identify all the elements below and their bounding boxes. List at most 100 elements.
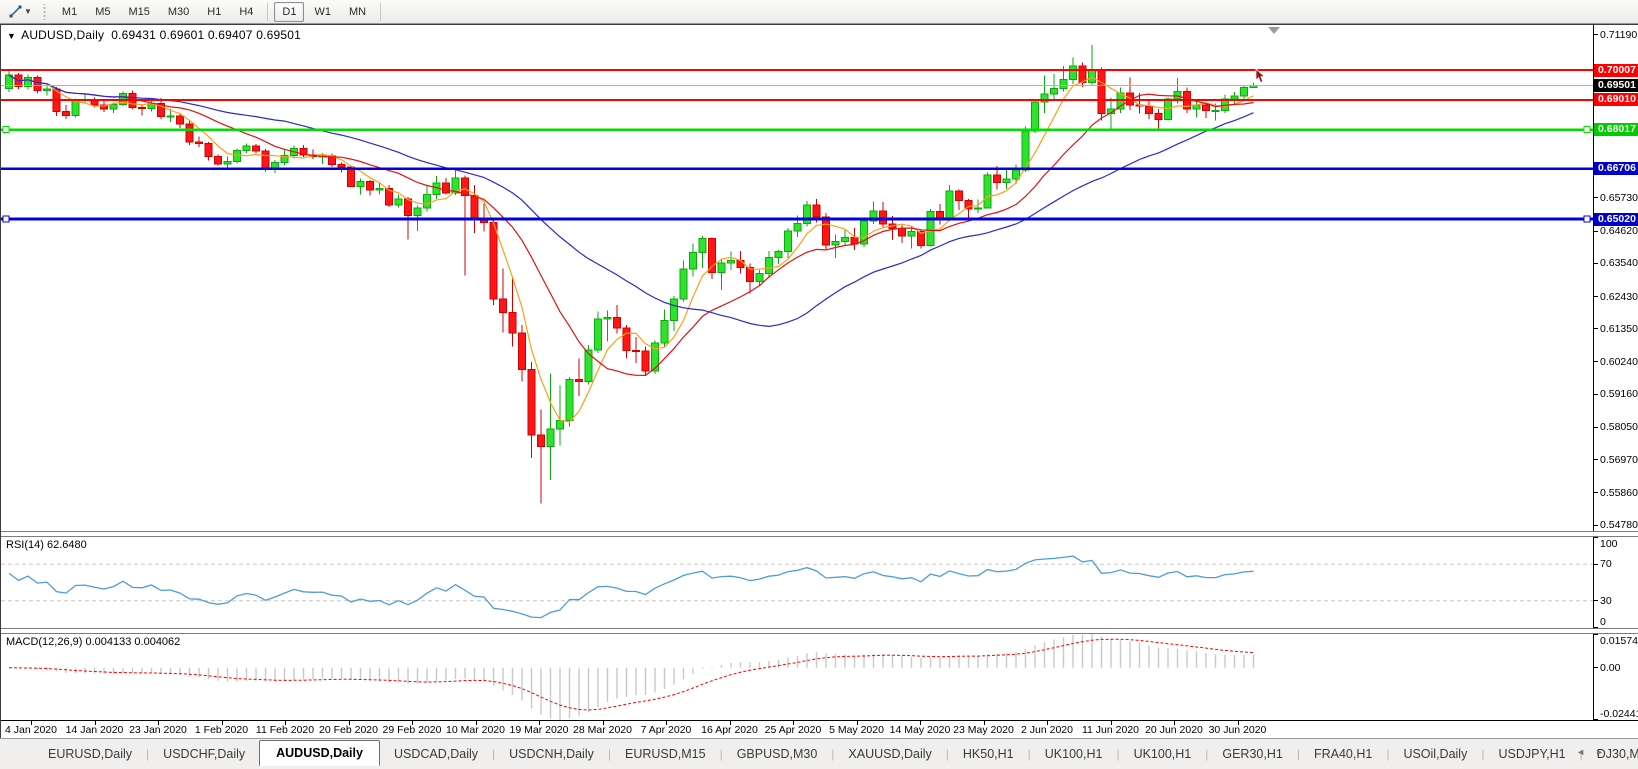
- chart-tab-audusd-daily[interactable]: AUDUSD,Daily: [259, 740, 380, 766]
- date-tick-label: 14 Jan 2020: [65, 724, 124, 736]
- timeframe-button-m5[interactable]: M5: [87, 2, 118, 22]
- timeframe-button-h1[interactable]: H1: [199, 2, 229, 22]
- chart-tab-uk100-h1[interactable]: UK100,H1: [1031, 742, 1117, 766]
- rsi-tick-label: 0: [1600, 616, 1606, 628]
- line-handle: [1583, 126, 1591, 134]
- chart-tab-usdcnh-daily[interactable]: USDCNH,Daily: [495, 742, 608, 766]
- timeframe-button-w1[interactable]: W1: [306, 2, 339, 22]
- date-tick-label: 23 Jan 2020: [129, 724, 187, 736]
- chart-tab-eurusd-m15[interactable]: EURUSD,M15: [611, 742, 720, 766]
- chart-tab-fra40-h1[interactable]: FRA40,H1: [1300, 742, 1386, 766]
- mt4-terminal: ▼ M1 M5 M15 M30 H1 H4 D1 W1 MN ▼ AUDUSD,Daily 0.6…: [0, 0, 1638, 769]
- timeframe-button-d1[interactable]: D1: [274, 1, 305, 22]
- timeframe-button-m1[interactable]: M1: [54, 2, 85, 22]
- chart-tab-eurusd-daily[interactable]: EURUSD,Daily: [34, 742, 146, 766]
- chart-tab-usdcad-daily[interactable]: USDCAD,Daily: [380, 742, 492, 766]
- main-chart-plot[interactable]: ▼ AUDUSD,Daily 0.69431 0.69601 0.69407 0.…: [1, 25, 1593, 531]
- mouse-cursor-icon: [1255, 68, 1267, 89]
- macd-panel[interactable]: MACD(12,26,9) 0.004133 0.004062: [1, 634, 1593, 720]
- price-tick-mark: [1594, 393, 1598, 395]
- price-line-label-0.69501: 0.69501: [1594, 78, 1638, 92]
- chart-tabs: EURUSD,Daily | USDCHF,Daily AUDUSD,Daily USD…: [34, 740, 1638, 766]
- rsi-chart: [1, 555, 1593, 619]
- price-tick-mark: [1594, 459, 1598, 461]
- price-tick-mark: [1594, 492, 1598, 494]
- chart-ohlc-readout: 0.69431 0.69601 0.69407 0.69501: [111, 28, 301, 42]
- date-tick-label: 30 Jun 2020: [1208, 724, 1267, 736]
- timeframe-buttons: M1 M5 M15 M30 H1 H4 D1 W1 MN: [53, 1, 386, 22]
- overlay-sma-13: [8, 74, 1254, 377]
- chart-title: ▼ AUDUSD,Daily 0.69431 0.69601 0.69407 0.…: [7, 28, 301, 42]
- chart-tab-ger30-h1[interactable]: GER30,H1: [1208, 742, 1296, 766]
- toolbar-separator: [380, 2, 382, 21]
- tab-scroll-left-icon[interactable]: ◄: [1576, 747, 1595, 757]
- price-tick-label: 0.71190: [1600, 28, 1638, 41]
- line-handle: [2, 215, 10, 223]
- price-tick-label: 0.62430: [1600, 290, 1638, 303]
- rsi-tick-mark: [1594, 563, 1598, 565]
- date-tick-label: 25 Apr 2020: [764, 724, 822, 736]
- date-tick-label: 16 Apr 2020: [701, 724, 758, 736]
- price-line-label-0.65020: 0.65020: [1594, 212, 1638, 226]
- toolbar-separator: [267, 2, 269, 21]
- price-tick-label: 0.60240: [1600, 355, 1638, 368]
- chart-symbol-label: AUDUSD,Daily: [21, 28, 105, 42]
- tab-scroll-right-icon[interactable]: ►: [1595, 747, 1614, 757]
- macd-chart: [8, 634, 1255, 720]
- timeframe-button-m15[interactable]: M15: [120, 2, 157, 22]
- line-studies-icon[interactable]: ▼: [4, 2, 36, 21]
- chart-tab-usoil-daily[interactable]: USOil,Daily: [1389, 742, 1481, 766]
- chart-tab-hk50-h1[interactable]: HK50,H1: [949, 742, 1028, 766]
- rsi-tick-label: 70: [1600, 558, 1612, 571]
- price-tick-label: 0.61350: [1600, 322, 1638, 335]
- macd-tick-mark: [1594, 719, 1598, 720]
- price-line-label-0.66706: 0.66706: [1594, 162, 1638, 176]
- chart-shift-marker[interactable]: [1268, 27, 1280, 34]
- rsi-panel[interactable]: RSI(14) 62.6480: [1, 537, 1593, 628]
- timeframe-toolbar: ▼ M1 M5 M15 M30 H1 H4 D1 W1 MN: [0, 0, 1638, 24]
- macd-tick-mark: [1594, 634, 1598, 635]
- date-tick-label: 19 Mar 2020: [509, 724, 569, 736]
- date-tick-label: 23 May 2020: [953, 724, 1014, 736]
- macd-signal-line: [8, 638, 1254, 711]
- price-tick-label: 0.58050: [1600, 421, 1638, 434]
- overlay-sma-5: [8, 74, 1254, 423]
- price-tick-label: 0.54780: [1600, 519, 1638, 531]
- price-tick-label: 0.59160: [1600, 388, 1638, 401]
- price-line-label-0.70007: 0.70007: [1594, 63, 1638, 77]
- toolbar-grip[interactable]: [41, 3, 47, 20]
- chart-tab-bar: EURUSD,Daily | USDCHF,Daily AUDUSD,Daily USD…: [0, 738, 1638, 769]
- date-tick-label: 28 Mar 2020: [573, 724, 632, 736]
- price-axis[interactable]: 0.71190 0.65730 0.64620 0.63540 0.62430 0.613…: [1593, 25, 1638, 531]
- timeframe-button-mn[interactable]: MN: [341, 2, 374, 22]
- price-tick-mark: [1594, 524, 1598, 526]
- chart-tab-gbpusd-m30[interactable]: GBPUSD,M30: [723, 742, 832, 766]
- price-tick-label: 0.64620: [1600, 225, 1638, 238]
- timeframe-button-m30[interactable]: M30: [160, 2, 197, 22]
- rsi-axis[interactable]: 100 70 30 0: [1593, 537, 1638, 628]
- price-tick-mark: [1594, 197, 1598, 199]
- macd-tick-mark: [1594, 667, 1598, 669]
- macd-tick-label: 0.00: [1600, 661, 1621, 674]
- price-tick-mark: [1594, 328, 1598, 330]
- time-axis[interactable]: 4 Jan 2020 14 Jan 2020 23 Jan 2020 1 Feb 20…: [1, 721, 1638, 738]
- price-tick-label: 0.65730: [1600, 191, 1638, 204]
- date-tick-label: 2 Jun 2020: [1021, 724, 1073, 736]
- chart-tab-xauusd-daily[interactable]: XAUUSD,Daily: [834, 742, 945, 766]
- macd-axis[interactable]: 0.015741 0.00 -0.024412: [1593, 634, 1638, 720]
- symbol-dropdown-icon[interactable]: ▼: [7, 31, 16, 41]
- candles: [5, 45, 1258, 504]
- macd-tick-label: 0.015741: [1600, 635, 1638, 647]
- macd-histogram: [17, 634, 1255, 720]
- rsi-tick-label: 30: [1600, 594, 1612, 607]
- chart-tab-usdjpy-h1[interactable]: USDJPY,H1: [1484, 742, 1579, 766]
- chart-tab-usdchf-daily[interactable]: USDCHF,Daily: [149, 742, 259, 766]
- rsi-tick-mark: [1594, 600, 1598, 602]
- date-tick-label: 10 Mar 2020: [446, 724, 505, 736]
- chart-tab-uk100-h1[interactable]: UK100,H1: [1120, 742, 1206, 766]
- rsi-tick-mark: [1594, 627, 1598, 628]
- chart-window: ▼ AUDUSD,Daily 0.69431 0.69601 0.69407 0.…: [0, 24, 1638, 738]
- timeframe-button-h4[interactable]: H4: [231, 2, 261, 22]
- price-tick-label: 0.56970: [1600, 453, 1638, 466]
- macd-label: MACD(12,26,9) 0.004133 0.004062: [6, 636, 181, 648]
